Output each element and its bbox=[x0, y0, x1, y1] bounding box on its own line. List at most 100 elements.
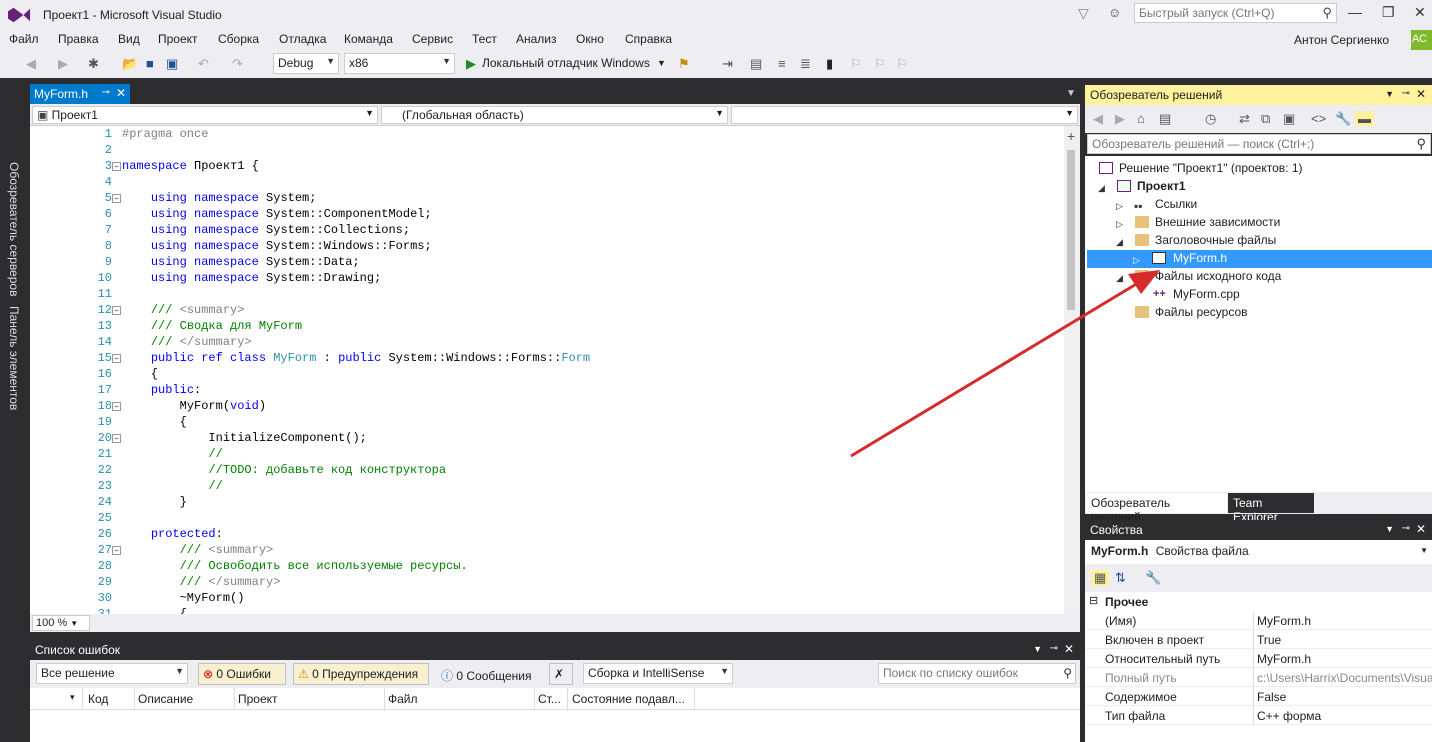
menu-analyze[interactable]: Анализ bbox=[516, 32, 557, 46]
menu-test[interactable]: Тест bbox=[472, 32, 497, 46]
maximize-button[interactable]: ❐ bbox=[1382, 4, 1395, 21]
column-line[interactable]: Ст... bbox=[538, 692, 561, 706]
collapsed-icon[interactable]: ▷ bbox=[1133, 255, 1140, 266]
sync-icon[interactable]: ⇄ bbox=[1239, 111, 1250, 127]
bookmark-icon[interactable]: ▮ bbox=[826, 56, 833, 72]
zoom-select[interactable]: 100 % ▼ bbox=[32, 615, 90, 631]
close-icon[interactable]: ✕ bbox=[116, 86, 126, 100]
toolbox-tab[interactable]: Панель элементов bbox=[7, 306, 21, 410]
column-code[interactable]: Код bbox=[88, 692, 108, 706]
redo-icon[interactable]: ↷ bbox=[232, 56, 243, 72]
property-pages-icon[interactable]: 🔧 bbox=[1145, 570, 1161, 586]
tree-item-external-deps[interactable]: Внешние зависимости bbox=[1155, 213, 1280, 231]
home-icon[interactable]: ⌂ bbox=[1137, 111, 1145, 126]
errors-filter-button[interactable]: ⊗ 0 Ошибки bbox=[198, 663, 286, 685]
config-select[interactable]: Debug ▼ bbox=[273, 53, 339, 74]
forward-icon[interactable]: ▶ bbox=[1115, 111, 1125, 127]
tab-myform-h[interactable]: MyForm.h ⊸ ✕ bbox=[30, 84, 130, 104]
menu-edit[interactable]: Правка bbox=[58, 32, 99, 46]
tree-item-project[interactable]: Проект1 bbox=[1137, 177, 1186, 195]
pin-icon[interactable]: ⊸ bbox=[1050, 643, 1058, 654]
property-row[interactable]: (Имя) MyForm.h bbox=[1085, 611, 1432, 630]
collapse-icon[interactable]: − bbox=[112, 546, 121, 555]
forward-icon[interactable]: ▶ bbox=[58, 56, 68, 72]
property-row[interactable]: Полный путь c:\Users\Harrix\Documents\Vis… bbox=[1085, 668, 1432, 687]
collapse-icon[interactable]: − bbox=[112, 434, 121, 443]
scope-filter-select[interactable]: Все решение ▼ bbox=[36, 663, 188, 684]
editor-vertical-scrollbar[interactable]: + bbox=[1064, 126, 1080, 614]
clear-bookmarks-icon[interactable]: ⚐ bbox=[896, 56, 908, 72]
code-editor[interactable]: 1 2 3 4 5 6 7 8 9 10 11 12 13 14 15 16 1… bbox=[30, 126, 1080, 614]
properties-object-select[interactable]: MyForm.h Свойства файла ▼ bbox=[1085, 540, 1432, 564]
property-category[interactable]: ⊟ Прочее bbox=[1085, 592, 1432, 611]
step-icon[interactable]: ⇥ bbox=[722, 56, 733, 72]
property-row[interactable]: Тип файла C++ форма bbox=[1085, 706, 1432, 725]
collapsed-icon[interactable]: ▷ bbox=[1116, 219, 1123, 230]
collapse-icon[interactable]: − bbox=[112, 162, 121, 171]
tree-item-myform-h[interactable]: MyForm.h bbox=[1173, 249, 1227, 267]
expanded-icon[interactable]: ◢ bbox=[1116, 273, 1123, 284]
filter-icon[interactable]: ▾ bbox=[70, 692, 75, 703]
format-icon[interactable]: ▤ bbox=[750, 56, 762, 72]
scope-dropdown[interactable]: (Глобальная область) ▼ bbox=[381, 106, 728, 124]
window-menu-icon[interactable]: ▼ bbox=[1385, 89, 1394, 99]
switch-views-icon[interactable]: ▤ bbox=[1159, 111, 1171, 127]
error-search-input[interactable]: Поиск по списку ошибок ⚲ bbox=[878, 663, 1076, 684]
project-dropdown[interactable]: ▣ Проект1 ▼ bbox=[32, 106, 378, 124]
pin-icon[interactable]: ⊸ bbox=[102, 87, 110, 98]
back-icon[interactable]: ◀ bbox=[26, 56, 36, 72]
preview-icon[interactable]: ▬ bbox=[1355, 111, 1374, 126]
tab-team-explorer[interactable]: Team Explorer bbox=[1228, 493, 1314, 524]
tab-solution-explorer[interactable]: Обозреватель решений bbox=[1086, 493, 1227, 524]
menu-help[interactable]: Справка bbox=[625, 32, 672, 46]
menu-file[interactable]: Файл bbox=[9, 32, 39, 46]
collapse-icon[interactable]: − bbox=[112, 402, 121, 411]
menu-team[interactable]: Команда bbox=[344, 32, 393, 46]
menu-debug[interactable]: Отладка bbox=[279, 32, 326, 46]
minimize-button[interactable]: — bbox=[1348, 4, 1362, 20]
uncomment-icon[interactable]: ≣ bbox=[800, 56, 811, 72]
debugger-dropdown-icon[interactable]: ▼ bbox=[657, 58, 666, 68]
scrollbar-thumb[interactable] bbox=[1067, 150, 1075, 310]
menu-view[interactable]: Вид bbox=[118, 32, 140, 46]
start-debugger-button[interactable]: Локальный отладчик Windows bbox=[482, 56, 650, 70]
prev-bookmark-icon[interactable]: ⚐ bbox=[850, 56, 862, 72]
window-menu-icon[interactable]: ▼ bbox=[1033, 644, 1042, 654]
tree-item-solution[interactable]: Решение "Проект1" (проектов: 1) bbox=[1119, 159, 1303, 177]
column-suppression-state[interactable]: Состояние подавл... bbox=[572, 692, 685, 706]
close-icon[interactable]: ✕ bbox=[1416, 87, 1426, 101]
back-icon[interactable]: ◀ bbox=[1093, 111, 1103, 127]
expanded-icon[interactable]: ◢ bbox=[1098, 183, 1105, 194]
undo-icon[interactable]: ↶ bbox=[198, 56, 209, 72]
window-menu-icon[interactable]: ▼ bbox=[1385, 524, 1394, 534]
open-file-icon[interactable]: 📂 bbox=[122, 56, 138, 72]
avatar[interactable]: АС bbox=[1411, 30, 1432, 50]
tree-item-resource-files[interactable]: Файлы ресурсов bbox=[1155, 303, 1248, 321]
tree-item-source-files[interactable]: Файлы исходного кода bbox=[1155, 267, 1281, 285]
view-code-icon[interactable]: <> bbox=[1311, 111, 1326, 126]
alphabetical-icon[interactable]: ⇅ bbox=[1115, 570, 1126, 586]
next-bookmark-icon[interactable]: ⚐ bbox=[874, 56, 886, 72]
server-explorer-tab[interactable]: Обозреватель серверов bbox=[7, 162, 21, 296]
collapse-icon[interactable]: − bbox=[112, 354, 121, 363]
tab-list-dropdown-icon[interactable]: ▼ bbox=[1066, 88, 1076, 99]
split-icon[interactable]: + bbox=[1067, 128, 1075, 144]
notification-filter-icon[interactable]: ▽ bbox=[1078, 5, 1089, 22]
member-dropdown[interactable]: ▼ bbox=[731, 106, 1078, 124]
column-file[interactable]: Файл bbox=[388, 692, 418, 706]
close-icon[interactable]: ✕ bbox=[1416, 522, 1426, 536]
feedback-icon[interactable]: ☺ bbox=[1108, 5, 1121, 20]
collapsed-icon[interactable]: ▷ bbox=[1116, 201, 1123, 212]
column-description[interactable]: Описание bbox=[138, 692, 193, 706]
new-project-icon[interactable]: ✱ bbox=[88, 56, 99, 72]
collapse-icon[interactable]: − bbox=[112, 194, 121, 203]
comment-icon[interactable]: ≡ bbox=[778, 56, 786, 71]
tree-item-header-files[interactable]: Заголовочные файлы bbox=[1155, 231, 1276, 249]
collapse-icon[interactable]: ⊟ bbox=[1089, 594, 1098, 607]
close-button[interactable]: ✕ bbox=[1414, 4, 1426, 21]
column-project[interactable]: Проект bbox=[238, 692, 278, 706]
solution-search-input[interactable]: Обозреватель решений — поиск (Ctrl+;) ⚲ bbox=[1087, 134, 1431, 154]
messages-filter-button[interactable]: ⓘ 0 Сообщения bbox=[436, 663, 540, 685]
save-all-icon[interactable]: ▣ bbox=[166, 56, 178, 72]
warnings-filter-button[interactable]: ⚠ 0 Предупреждения bbox=[293, 663, 429, 685]
